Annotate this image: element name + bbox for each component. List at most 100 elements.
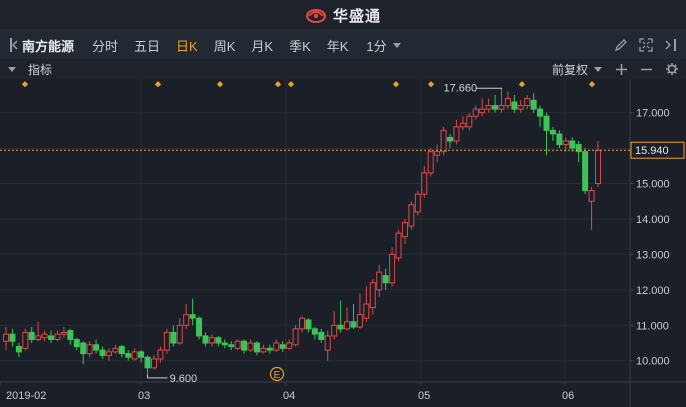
- price-adjust-value: 前复权: [551, 62, 588, 77]
- candle-down: [189, 314, 196, 319]
- candle-up: [427, 151, 434, 174]
- candle-up: [479, 108, 486, 114]
- candle-up: [260, 347, 267, 353]
- candle-down: [144, 356, 151, 369]
- candle-up: [562, 140, 569, 146]
- y-tick-label: 12.000: [636, 285, 670, 297]
- candle-up: [247, 342, 254, 351]
- candle-down: [125, 353, 132, 358]
- candle-up: [41, 333, 48, 339]
- candle-down: [350, 321, 357, 328]
- candle-down: [511, 101, 518, 110]
- candle-down: [266, 347, 273, 351]
- high-annotation: 17.660: [443, 82, 477, 94]
- candle-down: [549, 129, 556, 135]
- tab-monthly-k[interactable]: 月K: [243, 36, 281, 55]
- candle-up: [131, 351, 138, 360]
- candle-down: [28, 331, 35, 340]
- fullscreen-icon[interactable]: [639, 38, 653, 52]
- candle-up: [112, 347, 119, 353]
- candle-up: [472, 108, 479, 117]
- candle-down: [118, 346, 125, 355]
- candle-up: [331, 324, 338, 337]
- candle-down: [15, 346, 22, 353]
- expand-right-icon[interactable]: [664, 38, 678, 52]
- y-tick-label: 10.000: [636, 356, 670, 368]
- candle-up: [324, 335, 331, 351]
- candle-up: [60, 331, 67, 335]
- current-price-label: 15.940: [635, 145, 669, 157]
- candle-down: [253, 342, 260, 353]
- price-adjust-select[interactable]: 前复权: [552, 61, 602, 78]
- candle-down: [93, 344, 100, 351]
- chevron-down-icon: [392, 42, 401, 48]
- candle-up: [376, 271, 383, 291]
- tab-intraday[interactable]: 分时: [84, 36, 126, 55]
- candle-up: [395, 232, 402, 259]
- candle-up: [163, 331, 170, 351]
- zoom-out-icon[interactable]: [641, 64, 652, 75]
- tab-five-day[interactable]: 五日: [126, 36, 168, 55]
- candle-up: [54, 333, 61, 340]
- candle-down: [318, 331, 325, 340]
- candle-down: [99, 349, 106, 356]
- candle-down: [9, 333, 16, 342]
- y-tick-label: 13.000: [636, 249, 670, 261]
- candle-up: [414, 193, 421, 213]
- draw-pencil-icon[interactable]: [614, 38, 628, 52]
- candle-up: [524, 97, 531, 107]
- settings-gear-icon[interactable]: [666, 63, 678, 75]
- candle-up: [421, 172, 428, 195]
- candle-up: [35, 335, 42, 340]
- candle-up: [389, 253, 396, 284]
- candle-up: [3, 333, 9, 342]
- candle-up: [344, 321, 351, 330]
- candle-up: [183, 314, 190, 326]
- candlestick-chart[interactable]: 17.00016.00015.00014.00013.00012.00011.0…: [0, 79, 686, 407]
- candle-up: [299, 317, 305, 330]
- title-bar: 华盛通: [0, 0, 686, 30]
- candle-up: [151, 358, 157, 369]
- candle-down: [556, 133, 563, 146]
- collapse-panel-icon[interactable]: [10, 38, 18, 52]
- candle-up: [434, 151, 441, 156]
- candle-up: [498, 105, 505, 110]
- candle-up: [595, 149, 601, 185]
- candle-down: [537, 108, 544, 117]
- candle-up: [176, 324, 183, 344]
- x-tick-label: 06: [562, 390, 574, 402]
- candle-up: [292, 328, 299, 346]
- indicator-collapse-icon[interactable]: [8, 66, 16, 72]
- candle-down: [73, 338, 80, 348]
- candle-up: [466, 115, 473, 128]
- interval-select[interactable]: 1分: [366, 36, 401, 55]
- zoom-in-icon[interactable]: [616, 63, 627, 75]
- candle-up: [105, 351, 112, 356]
- candle-up: [86, 344, 93, 355]
- x-tick-label: 04: [283, 390, 295, 402]
- candle-down: [196, 317, 203, 337]
- candle-up: [588, 190, 595, 202]
- candle-up: [408, 204, 415, 227]
- candle-up: [286, 342, 293, 349]
- candle-down: [582, 151, 589, 192]
- candle-up: [485, 105, 492, 110]
- candle-down: [382, 275, 389, 284]
- tab-quarterly-k[interactable]: 季K: [281, 36, 319, 55]
- y-tick-label: 14.000: [636, 214, 670, 226]
- y-tick-label: 11.000: [636, 320, 669, 332]
- x-tick-label: 05: [418, 390, 430, 402]
- candle-up: [517, 105, 524, 110]
- candle-down: [48, 335, 55, 340]
- tab-daily-k[interactable]: 日K: [168, 36, 206, 55]
- tab-yearly-k[interactable]: 年K: [319, 36, 357, 55]
- y-tick-label: 15.000: [636, 179, 670, 191]
- candle-down: [215, 337, 222, 344]
- indicator-label[interactable]: 指标: [28, 61, 52, 78]
- y-tick-label: 17.000: [636, 108, 670, 120]
- candle-down: [241, 340, 248, 351]
- candle-down: [228, 344, 235, 348]
- candle-down: [311, 328, 318, 335]
- tab-weekly-k[interactable]: 周K: [206, 36, 244, 55]
- candle-down: [67, 330, 74, 340]
